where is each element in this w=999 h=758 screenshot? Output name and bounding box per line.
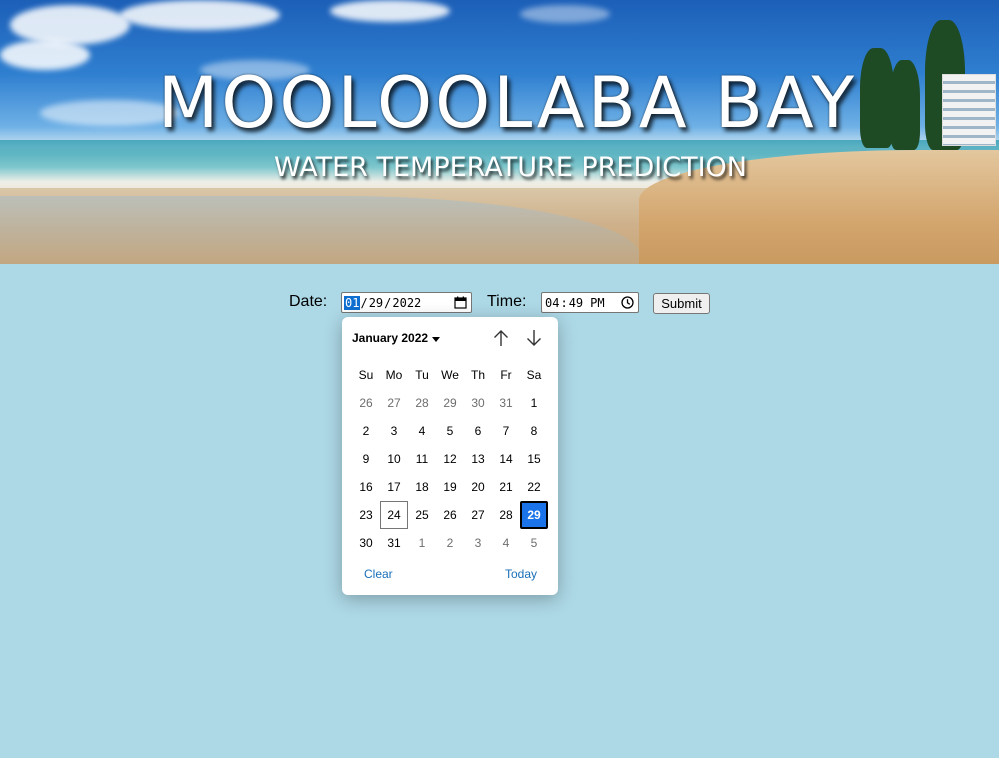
calendar-footer: Clear Today xyxy=(342,567,558,583)
calendar-day[interactable]: 4 xyxy=(408,417,436,445)
header-banner: MOOLOOLABA BAY WATER TEMPERATURE PREDICT… xyxy=(0,0,999,264)
calendar-icon[interactable] xyxy=(454,296,467,312)
calendar-day[interactable]: 31 xyxy=(492,389,520,417)
clear-button[interactable]: Clear xyxy=(364,567,393,581)
calendar-day[interactable]: 1 xyxy=(408,529,436,557)
calendar-day[interactable]: 5 xyxy=(520,529,548,557)
calendar-day-today[interactable]: 24 xyxy=(380,501,408,529)
date-year-segment[interactable]: 2022 xyxy=(391,296,422,310)
time-input[interactable]: 04 : 49 PM xyxy=(541,292,639,313)
today-button[interactable]: Today xyxy=(505,567,537,581)
calendar-day[interactable]: 19 xyxy=(436,473,464,501)
calendar-day[interactable]: 7 xyxy=(492,417,520,445)
calendar-day[interactable]: 28 xyxy=(408,389,436,417)
calendar-day[interactable]: 30 xyxy=(464,389,492,417)
arrow-down-icon xyxy=(526,329,542,350)
clock-icon[interactable] xyxy=(621,296,634,312)
time-hour-segment[interactable]: 04 xyxy=(544,296,560,310)
time-minute-segment[interactable]: 49 xyxy=(568,296,584,310)
calendar-day[interactable]: 30 xyxy=(352,529,380,557)
banner-subtitle: WATER TEMPERATURE PREDICTION xyxy=(274,152,747,183)
date-day-segment[interactable]: 29 xyxy=(368,296,384,310)
calendar-day[interactable]: 18 xyxy=(408,473,436,501)
banner-cloud xyxy=(10,5,130,45)
calendar-day[interactable]: 1 xyxy=(520,389,548,417)
date-input[interactable]: 01 / 29 / 2022 xyxy=(341,292,472,313)
calendar-week-row: 16 17 18 19 20 21 22 xyxy=(352,473,548,501)
weekday-label: Sa xyxy=(526,368,542,382)
time-separator: : xyxy=(560,295,568,310)
calendar-day[interactable]: 17 xyxy=(380,473,408,501)
calendar-day-selected[interactable]: 29 xyxy=(520,501,548,529)
calendar-day[interactable]: 2 xyxy=(436,529,464,557)
arrow-up-icon xyxy=(493,329,509,350)
calendar-week-row: 23 24 25 26 27 28 29 xyxy=(352,501,548,529)
calendar-day[interactable]: 3 xyxy=(464,529,492,557)
calendar-day[interactable]: 3 xyxy=(380,417,408,445)
month-year-label: January 2022 xyxy=(352,331,429,345)
calendar-day[interactable]: 14 xyxy=(492,445,520,473)
previous-month-button[interactable] xyxy=(490,328,512,350)
calendar-week-row: 30 31 1 2 3 4 5 xyxy=(352,529,548,557)
weekday-label: Th xyxy=(470,368,485,382)
weekday-label: We xyxy=(441,368,459,382)
calendar-grid: Su Mo Tu We Th Fr Sa 26 27 28 29 30 31 1… xyxy=(352,361,548,557)
date-label: Date: xyxy=(289,293,328,310)
calendar-day[interactable]: 15 xyxy=(520,445,548,473)
date-month-segment[interactable]: 01 xyxy=(344,295,361,310)
time-period-segment[interactable]: PM xyxy=(589,296,605,310)
calendar-day[interactable]: 6 xyxy=(464,417,492,445)
weekday-label: Fr xyxy=(500,368,512,382)
calendar-day[interactable]: 11 xyxy=(408,445,436,473)
next-month-button[interactable] xyxy=(523,328,545,350)
calendar-day[interactable]: 9 xyxy=(352,445,380,473)
calendar-day[interactable]: 31 xyxy=(380,529,408,557)
calendar-week-row: 9 10 11 12 13 14 15 xyxy=(352,445,548,473)
calendar-day[interactable]: 13 xyxy=(464,445,492,473)
calendar-day[interactable]: 29 xyxy=(436,389,464,417)
calendar-day[interactable]: 5 xyxy=(436,417,464,445)
calendar-day[interactable]: 28 xyxy=(492,501,520,529)
calendar-day[interactable]: 8 xyxy=(520,417,548,445)
calendar-day[interactable]: 4 xyxy=(492,529,520,557)
date-separator: / xyxy=(384,295,392,310)
submit-button[interactable]: Submit xyxy=(653,293,710,314)
calendar-day[interactable]: 25 xyxy=(408,501,436,529)
calendar-day[interactable]: 27 xyxy=(380,389,408,417)
banner-title: MOOLOOLABA BAY xyxy=(157,62,858,144)
calendar-day[interactable]: 10 xyxy=(380,445,408,473)
calendar-day[interactable]: 26 xyxy=(352,389,380,417)
banner-cloud xyxy=(330,0,450,22)
date-picker-popup: January 2022 Su Mo Tu We Th Fr Sa 26 27 … xyxy=(342,317,558,595)
calendar-week-row: 2 3 4 5 6 7 8 xyxy=(352,417,548,445)
weekday-label: Su xyxy=(358,368,374,382)
weekday-label: Mo xyxy=(385,368,403,382)
calendar-day[interactable]: 16 xyxy=(352,473,380,501)
time-label: Time: xyxy=(487,293,527,310)
date-separator: / xyxy=(360,295,368,310)
calendar-day[interactable]: 22 xyxy=(520,473,548,501)
calendar-week-row: 26 27 28 29 30 31 1 xyxy=(352,389,548,417)
banner-cloud xyxy=(520,5,610,23)
weekday-label: Tu xyxy=(415,368,429,382)
calendar-day[interactable]: 2 xyxy=(352,417,380,445)
calendar-day[interactable]: 20 xyxy=(464,473,492,501)
dropdown-caret-icon xyxy=(432,331,441,345)
calendar-day[interactable]: 21 xyxy=(492,473,520,501)
calendar-day[interactable]: 23 xyxy=(352,501,380,529)
weekday-header-row: Su Mo Tu We Th Fr Sa xyxy=(352,361,548,389)
calendar-day[interactable]: 12 xyxy=(436,445,464,473)
calendar-day[interactable]: 26 xyxy=(436,501,464,529)
calendar-day[interactable]: 27 xyxy=(464,501,492,529)
banner-cloud xyxy=(120,0,280,30)
prediction-form: Date: 01 / 29 / 2022 Time: 04 : 49 PM Su… xyxy=(0,291,999,317)
month-year-selector[interactable]: January 2022 xyxy=(352,331,441,345)
